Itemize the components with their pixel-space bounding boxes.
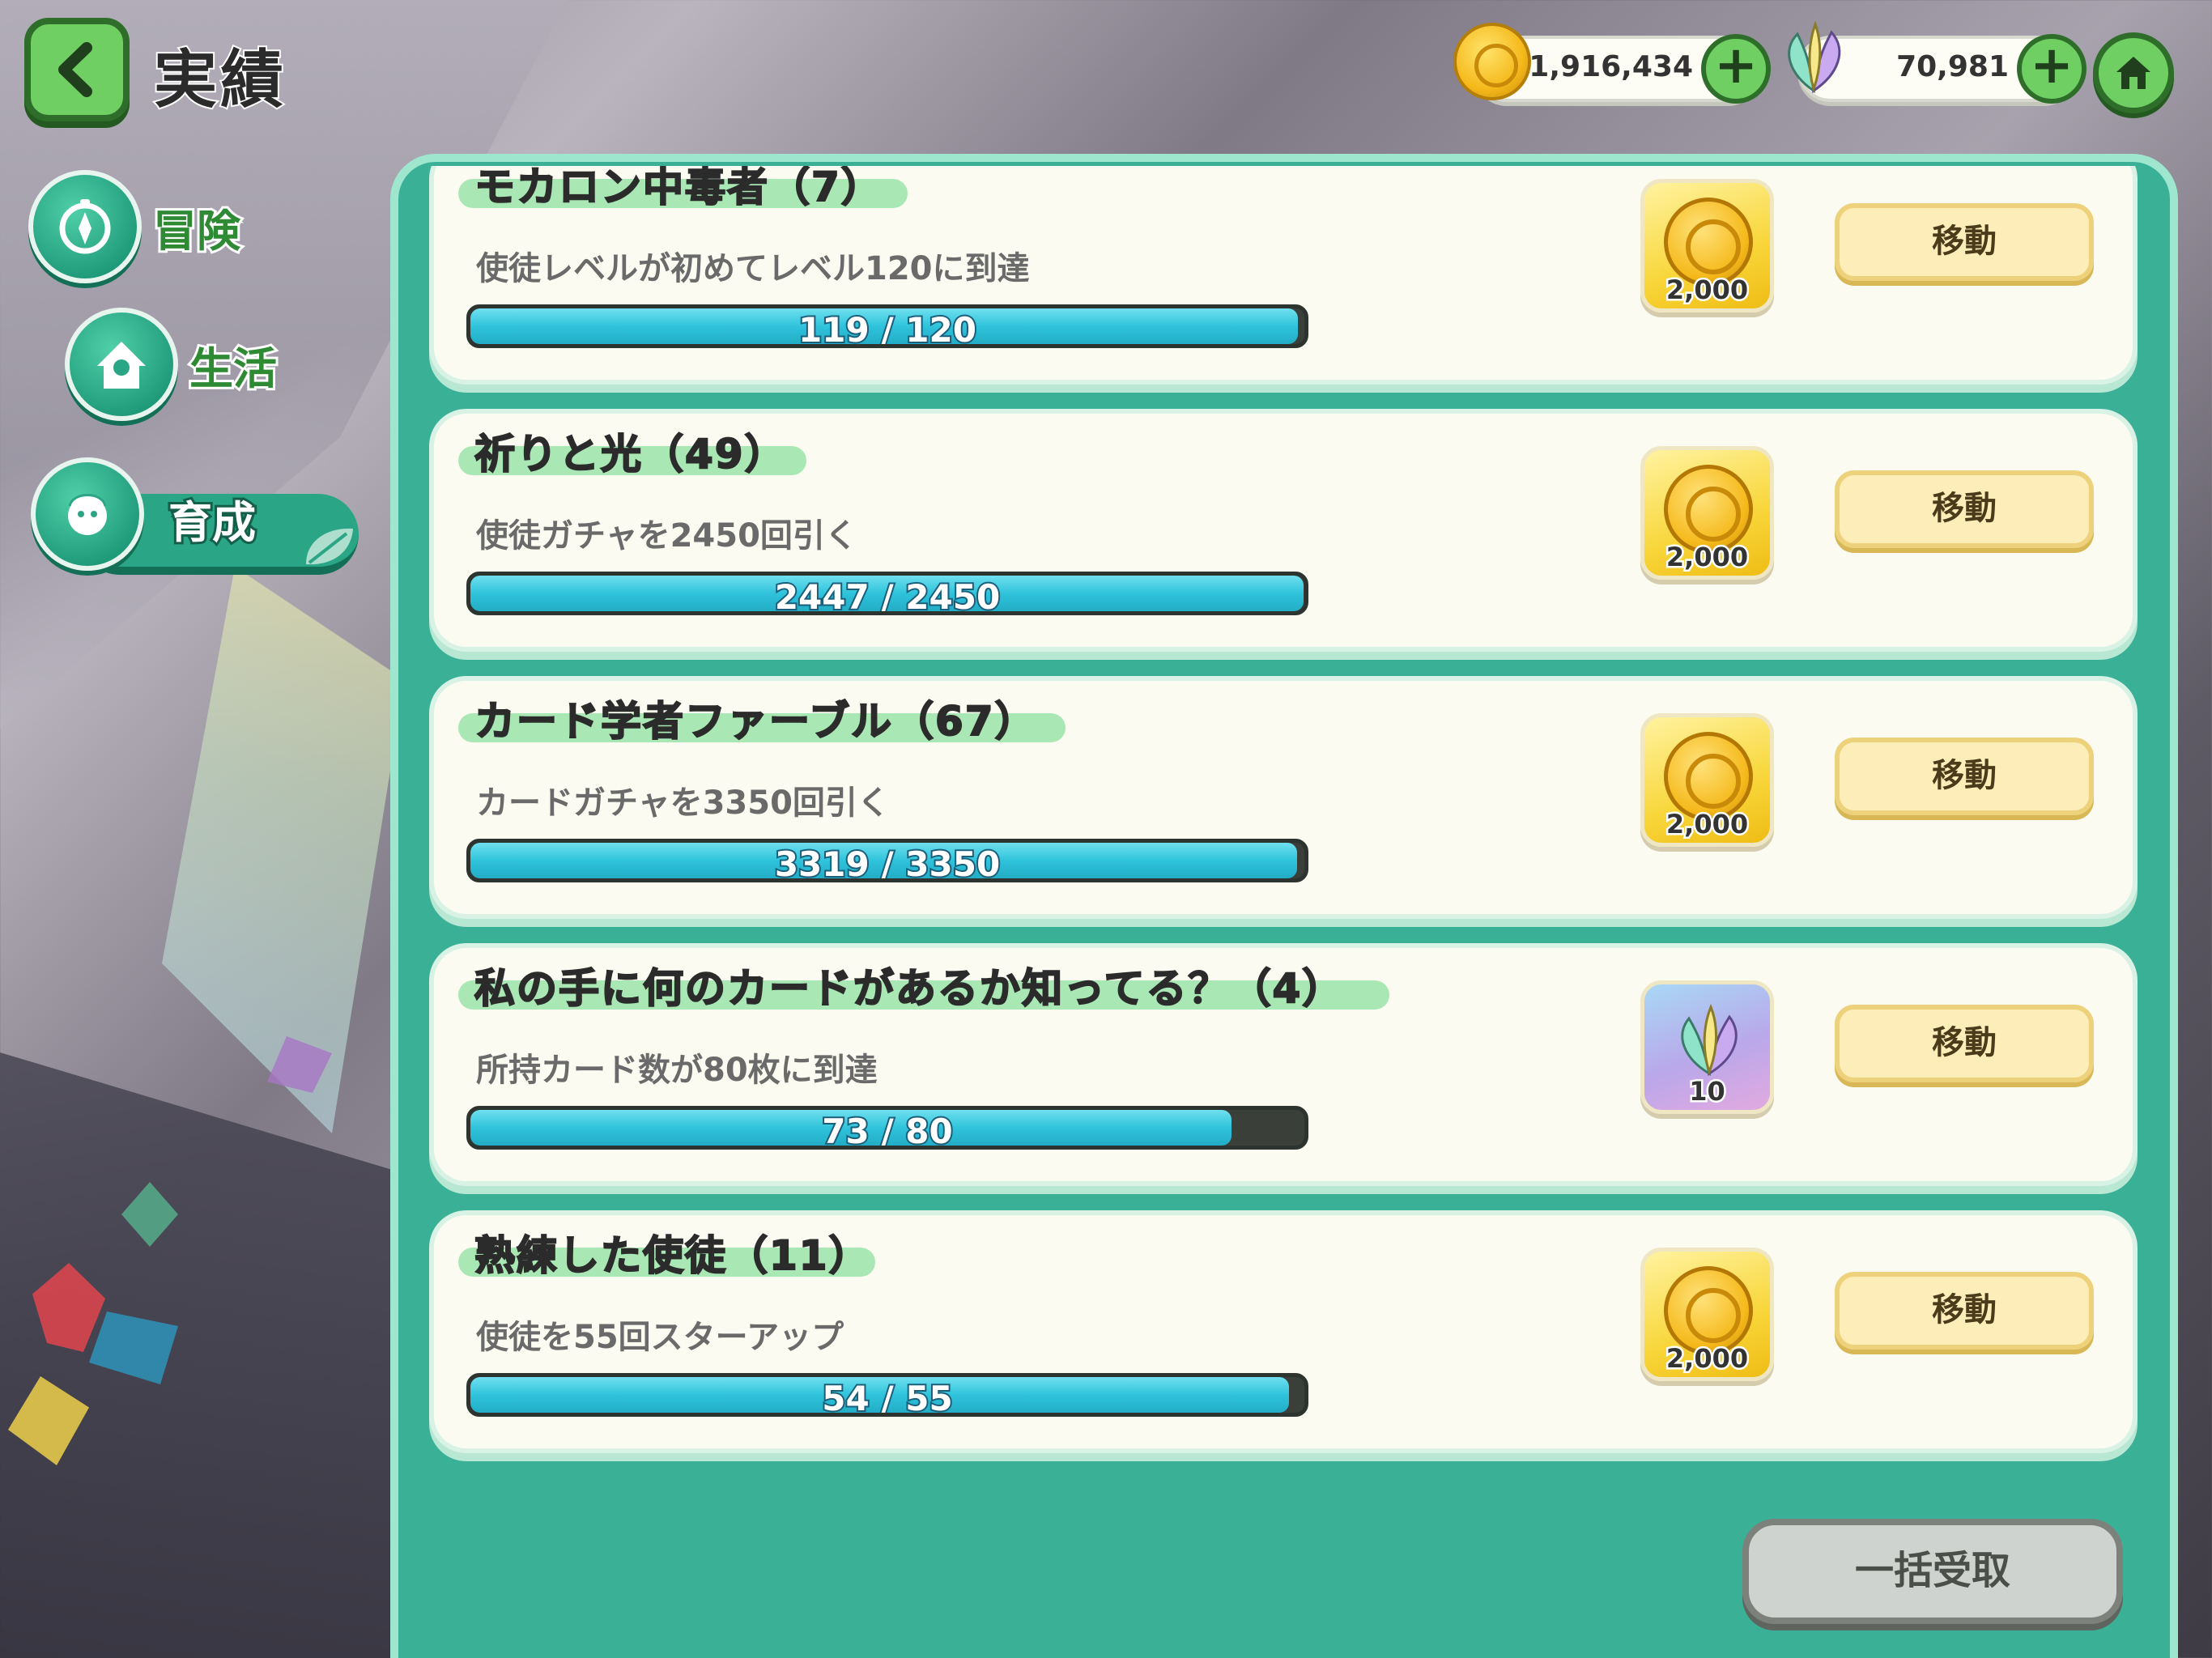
reward-coin: 2,000 <box>1640 1248 1774 1381</box>
compass-icon <box>28 170 142 283</box>
achievement-description: 使徒レベルが初めてレベル120に到達 <box>476 250 1030 287</box>
reward-amount: 2,000 <box>1664 1341 1750 1376</box>
background-floor <box>0 1052 405 1658</box>
rainbow-leaf-icon <box>1681 1004 1738 1077</box>
achievement-description: カードガチャを3350回引く <box>476 784 890 822</box>
sidebar-item-label: 育成 <box>166 495 258 551</box>
progress-bar: 54 / 55 <box>466 1373 1308 1417</box>
house-icon <box>65 308 178 421</box>
character-icon <box>31 457 144 571</box>
achievement-card: 熟練した使徒（11） 使徒を55回スターアップ 54 / 55 2,000 移動 <box>429 1210 2138 1453</box>
achievement-description: 使徒を55回スターアップ <box>476 1319 844 1356</box>
achievement-card: 祈りと光（49） 使徒ガチャを2450回引く 2447 / 2450 2,000… <box>429 409 2138 652</box>
reward-amount: 2,000 <box>1664 807 1750 842</box>
add-gems-button[interactable]: + <box>2017 34 2087 104</box>
achievement-title: カード学者ファーブル（67） <box>474 697 1037 746</box>
coin-icon <box>1664 732 1753 821</box>
claim-all-button[interactable]: 一括受取 <box>1742 1519 2123 1624</box>
progress-text: 73 / 80 <box>820 1110 954 1150</box>
sidebar-item-life[interactable]: 生活 <box>65 308 279 421</box>
reward-coin: 2,000 <box>1640 446 1774 580</box>
progress-bar: 3319 / 3350 <box>466 839 1308 882</box>
progress-text: 119 / 120 <box>797 308 978 348</box>
gem-amount: 70,981 <box>1896 50 2009 83</box>
sidebar-item-label: 冒険 <box>151 203 243 259</box>
achievement-list[interactable]: モカロン中毒者（7） 使徒レベルが初めてレベル120に到達 119 / 120 … <box>421 166 2146 1486</box>
achievement-title: 祈りと光（49） <box>474 430 787 478</box>
progress-text: 3319 / 3350 <box>773 843 1002 882</box>
reward-amount: 2,000 <box>1664 273 1750 308</box>
reward-amount: 2,000 <box>1664 540 1750 575</box>
move-button[interactable]: 移動 <box>1835 738 2094 815</box>
rainbow-leaf-icon <box>1788 20 1841 94</box>
achievement-description: 使徒ガチャを2450回引く <box>476 517 857 555</box>
achievement-card: 私の手に何のカードがあるか知ってる？（4） 所持カード数が80枚に到達 73 /… <box>429 943 2138 1186</box>
progress-text: 2447 / 2450 <box>773 576 1002 615</box>
achievement-title: 私の手に何のカードがあるか知ってる？（4） <box>474 964 1345 1013</box>
achievement-card: モカロン中毒者（7） 使徒レベルが初めてレベル120に到達 119 / 120 … <box>429 166 2138 385</box>
move-button[interactable]: 移動 <box>1835 203 2094 281</box>
reward-coin: 2,000 <box>1640 713 1774 847</box>
progress-bar: 119 / 120 <box>466 304 1308 348</box>
achievement-description: 所持カード数が80枚に到達 <box>476 1052 878 1089</box>
back-button[interactable] <box>24 18 130 121</box>
home-button[interactable] <box>2093 32 2174 113</box>
sidebar-item-training[interactable]: 育成 <box>31 457 359 575</box>
coin-icon <box>1664 198 1753 287</box>
coin-amount: 1,916,434 <box>1529 50 1693 83</box>
chevron-left-icon <box>58 42 92 97</box>
move-button[interactable]: 移動 <box>1835 470 2094 548</box>
home-icon <box>2116 57 2150 89</box>
achievement-card: カード学者ファーブル（67） カードガチャを3350回引く 3319 / 335… <box>429 676 2138 919</box>
progress-text: 54 / 55 <box>820 1377 954 1417</box>
reward-coin: 2,000 <box>1640 179 1774 312</box>
coin-icon <box>1664 465 1753 554</box>
achievement-title: モカロン中毒者（7） <box>474 166 883 211</box>
coin-icon <box>1453 23 1531 100</box>
progress-bar: 2447 / 2450 <box>466 572 1308 615</box>
move-button[interactable]: 移動 <box>1835 1272 2094 1350</box>
add-coins-button[interactable]: + <box>1701 34 1771 104</box>
coin-icon <box>1664 1266 1753 1355</box>
achievement-title: 熟練した使徒（11） <box>474 1231 871 1280</box>
move-button[interactable]: 移動 <box>1835 1005 2094 1082</box>
page-title: 実績 <box>152 42 287 118</box>
sidebar-item-label: 生活 <box>187 341 279 397</box>
leaf-icon <box>306 528 353 565</box>
progress-bar: 73 / 80 <box>466 1106 1308 1150</box>
reward-leaf: 10 <box>1640 980 1774 1114</box>
reward-amount: 10 <box>1687 1074 1728 1109</box>
sidebar-item-adventure[interactable]: 冒険 <box>28 170 243 283</box>
